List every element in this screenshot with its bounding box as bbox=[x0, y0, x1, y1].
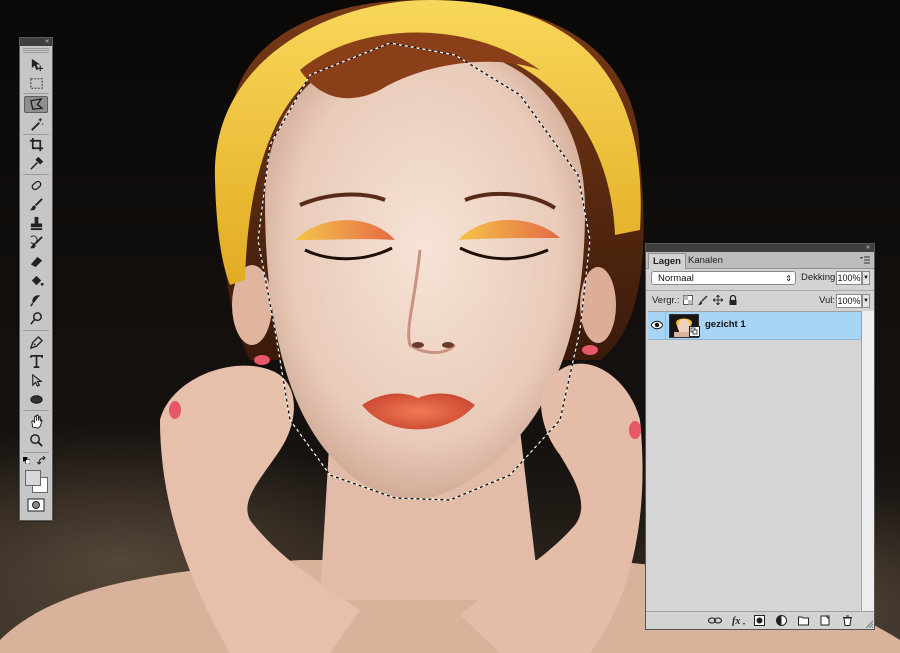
layers-panel: « Lagen Kanalen Normaal ⇕ Dekking: 100% … bbox=[645, 243, 875, 630]
clone-stamp-tool-icon bbox=[30, 216, 42, 231]
burn-tool[interactable] bbox=[24, 291, 48, 308]
panel-grip[interactable] bbox=[23, 47, 49, 53]
spot-healing-brush-tool-icon bbox=[31, 180, 41, 191]
new-group-icon[interactable] bbox=[798, 615, 809, 626]
brush-tool-icon bbox=[29, 198, 43, 211]
fill-dropdown-button[interactable]: ▼ bbox=[862, 294, 870, 308]
paint-bucket-tool[interactable] bbox=[24, 272, 48, 289]
spot-healing-brush-tool[interactable] bbox=[24, 177, 48, 194]
new-layer-icon[interactable] bbox=[820, 615, 831, 626]
type-tool[interactable] bbox=[24, 353, 48, 370]
pen-tool-icon bbox=[29, 335, 43, 350]
layer-list-scrollbar[interactable] bbox=[861, 311, 874, 612]
lock-position-icon[interactable] bbox=[713, 295, 723, 305]
polygonal-lasso-tool[interactable] bbox=[24, 96, 48, 113]
visibility-toggle[interactable] bbox=[648, 312, 666, 339]
layer-style-fx-icon[interactable]: fx bbox=[732, 615, 746, 626]
lock-label: Vergr.: bbox=[652, 295, 680, 306]
rectangular-marquee-tool-icon bbox=[29, 78, 43, 89]
fill-label: Vul: bbox=[819, 295, 836, 306]
fill-input[interactable]: 100% bbox=[836, 294, 862, 308]
adjustment-layer-icon[interactable] bbox=[776, 615, 787, 626]
collapse-icon[interactable]: « bbox=[866, 244, 870, 252]
foreground-color-swatch[interactable] bbox=[25, 470, 41, 486]
sponge-tool-icon bbox=[29, 312, 42, 325]
blend-mode-select[interactable]: Normaal ⇕ bbox=[651, 271, 796, 285]
brush-tool[interactable] bbox=[24, 196, 48, 213]
link-layers-icon[interactable] bbox=[708, 615, 722, 626]
zoom-tool[interactable] bbox=[24, 432, 48, 449]
history-brush-tool-icon bbox=[29, 235, 43, 249]
tools-panel-titlebar[interactable]: « bbox=[20, 38, 52, 46]
eyedropper-tool[interactable] bbox=[24, 155, 48, 172]
add-mask-icon[interactable] bbox=[754, 615, 765, 626]
lock-all-icon[interactable] bbox=[728, 295, 738, 305]
layer-list: gezicht 1 bbox=[648, 311, 861, 613]
lock-image-pixels-icon[interactable] bbox=[698, 295, 708, 305]
lock-row: Vergr.: Vul: 100% ▼ bbox=[646, 292, 874, 310]
resize-grip-icon[interactable] bbox=[865, 620, 873, 628]
delete-layer-icon[interactable] bbox=[842, 615, 853, 626]
collapse-icon[interactable]: « bbox=[45, 38, 49, 46]
hand-tool-icon bbox=[30, 414, 43, 429]
blend-mode-value: Normaal bbox=[658, 273, 694, 284]
rectangular-marquee-tool[interactable] bbox=[24, 75, 48, 92]
tab-kanalen[interactable]: Kanalen bbox=[684, 253, 727, 268]
ellipse-tool[interactable] bbox=[24, 391, 48, 408]
crop-tool[interactable] bbox=[24, 136, 48, 153]
path-selection-tool-icon bbox=[31, 373, 43, 387]
quick-mask-icon[interactable] bbox=[27, 498, 45, 512]
tools-panel: « bbox=[19, 37, 53, 521]
smart-object-icon bbox=[689, 326, 700, 337]
hand-tool[interactable] bbox=[24, 413, 48, 430]
eye-icon bbox=[651, 320, 663, 330]
clone-stamp-tool[interactable] bbox=[24, 215, 48, 232]
eyedropper-tool-icon bbox=[29, 156, 43, 170]
move-tool[interactable] bbox=[24, 56, 48, 73]
svg-text:fx: fx bbox=[732, 616, 740, 626]
opacity-dropdown-button[interactable]: ▼ bbox=[862, 271, 870, 285]
burn-tool-icon bbox=[29, 295, 40, 307]
path-selection-tool[interactable] bbox=[24, 372, 48, 389]
crop-tool-icon bbox=[29, 137, 43, 152]
blend-row: Normaal ⇕ Dekking: 100% ▼ bbox=[646, 270, 874, 290]
polygonal-lasso-tool-icon bbox=[29, 98, 44, 110]
layers-bottom-toolbar: fx bbox=[646, 611, 874, 629]
layers-panel-titlebar[interactable]: « bbox=[646, 244, 874, 252]
swap-colors-icon[interactable] bbox=[37, 456, 47, 466]
panel-menu-icon[interactable] bbox=[860, 256, 870, 264]
default-colors-icon[interactable] bbox=[23, 457, 30, 464]
panel-tabs: Lagen Kanalen bbox=[646, 252, 874, 269]
layer-name[interactable]: gezicht 1 bbox=[705, 319, 746, 330]
opacity-input[interactable]: 100% bbox=[836, 271, 862, 285]
updown-arrows-icon: ⇕ bbox=[785, 274, 792, 283]
paint-bucket-tool-icon bbox=[31, 275, 44, 286]
magic-wand-tool[interactable] bbox=[24, 116, 48, 133]
sponge-tool[interactable] bbox=[24, 310, 48, 327]
tab-lagen[interactable]: Lagen bbox=[648, 253, 686, 269]
magic-wand-tool-icon bbox=[30, 117, 43, 131]
history-brush-tool[interactable] bbox=[24, 234, 48, 251]
lock-transparent-pixels-icon[interactable] bbox=[683, 295, 693, 305]
eraser-tool[interactable] bbox=[24, 253, 48, 270]
type-tool-icon bbox=[29, 355, 43, 368]
eraser-tool-icon bbox=[30, 256, 42, 268]
pen-tool[interactable] bbox=[24, 334, 48, 351]
opacity-label: Dekking: bbox=[801, 272, 838, 283]
layer-row[interactable]: gezicht 1 bbox=[648, 312, 861, 340]
ellipse-tool-icon bbox=[29, 395, 43, 404]
move-tool-icon bbox=[31, 58, 43, 72]
zoom-tool-icon bbox=[29, 434, 43, 447]
